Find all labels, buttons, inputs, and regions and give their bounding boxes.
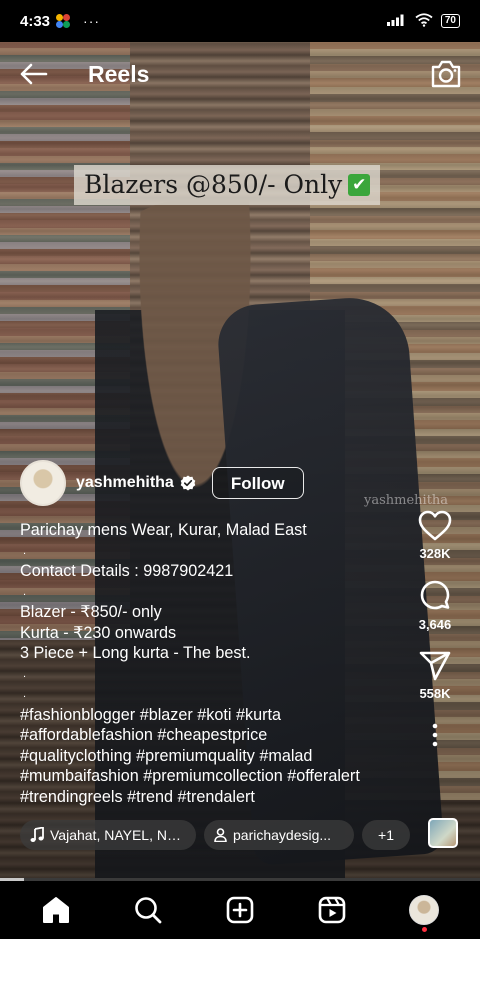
signal-icon [386, 14, 407, 29]
caption-line: . [23, 667, 27, 680]
nav-home[interactable] [32, 886, 80, 934]
share-action[interactable]: 558K [418, 650, 452, 701]
hashtag-line[interactable]: #affordablefashion #cheapestprice [20, 725, 410, 746]
share-count: 558K [419, 686, 451, 701]
author-avatar[interactable] [20, 460, 66, 506]
battery-indicator: 70 [440, 14, 460, 28]
tagged-user-label: parichaydesig... [233, 827, 332, 843]
more-tags-label: +1 [378, 827, 394, 843]
more-tags-chip[interactable]: +1 [362, 820, 410, 850]
check-mark-emoji-icon: ✔ [348, 174, 371, 196]
nav-profile[interactable] [400, 886, 448, 934]
hashtag-line[interactable]: #fashionblogger #blazer #koti #kurta [20, 705, 410, 726]
camera-icon[interactable] [430, 59, 462, 89]
follow-button[interactable]: Follow [211, 467, 304, 499]
profile-avatar [409, 895, 439, 925]
notification-dot [422, 927, 427, 932]
like-count: 328K [419, 546, 451, 561]
page-title: Reels [88, 60, 150, 87]
music-note-icon [30, 827, 44, 842]
audio-thumbnail[interactable] [428, 818, 458, 848]
bottom-navigation [0, 881, 480, 939]
audio-chip[interactable]: Vajahat, NAYEL, Neha [20, 820, 196, 850]
nav-create[interactable] [216, 886, 264, 934]
caption-line: . [23, 544, 27, 557]
create-icon [226, 896, 254, 924]
video-overlay-text: Blazers @850/- Only ✔ [74, 165, 381, 205]
hashtag-line[interactable]: #qualityclothing #premiumquality #malad [20, 746, 410, 767]
wifi-icon [415, 12, 433, 30]
caption-line: Contact Details : 9987902421 [20, 562, 234, 580]
overlay-caption: Blazers @850/- Only [84, 170, 343, 199]
status-bar: 4:33 ··· 70 [0, 0, 480, 42]
caption-line: . [23, 688, 27, 700]
hashtag-line[interactable]: #mumbaifashion #premiumcollection #offer… [20, 766, 410, 787]
hashtag-line[interactable]: #trendingreels #trend #trendalert [20, 787, 410, 808]
caption-line: Blazer - ₹850/- only [20, 603, 162, 621]
video-watermark: yashmehitha [364, 493, 449, 508]
author-username[interactable]: yashmehitha [76, 474, 174, 492]
action-column: 328K 3,646 558K [404, 510, 466, 747]
tagged-user-chip[interactable]: parichaydesig... [204, 820, 354, 850]
person-icon [214, 828, 227, 842]
comment-icon[interactable] [418, 579, 452, 613]
reels-header: Reels [0, 52, 480, 96]
audio-chip-label: Vajahat, NAYEL, Neha [50, 827, 186, 843]
author-row: yashmehitha Follow [20, 460, 304, 506]
nav-search[interactable] [124, 886, 172, 934]
heart-icon[interactable] [418, 510, 452, 542]
comment-count: 3,646 [418, 617, 452, 632]
nav-reels[interactable] [308, 886, 356, 934]
more-options-icon[interactable] [431, 723, 439, 747]
back-arrow-icon[interactable] [18, 62, 48, 86]
comment-action[interactable]: 3,646 [418, 579, 452, 632]
like-action[interactable]: 328K [418, 510, 452, 561]
reel-caption[interactable]: Parichay mens Wear, Kurar, Malad East . … [20, 520, 410, 807]
caption-line: 3 Piece + Long kurta - The best. [20, 644, 251, 662]
caption-line: . [23, 585, 27, 598]
caption-line: Kurta - ₹230 onwards [20, 623, 177, 642]
notification-more-icon: ··· [83, 13, 101, 29]
app-icon [55, 13, 71, 29]
home-icon [43, 897, 69, 923]
status-time: 4:33 [20, 12, 51, 30]
caption-line: Parichay mens Wear, Kurar, Malad East [20, 521, 307, 539]
reels-icon [318, 896, 346, 924]
verified-badge-icon [180, 475, 196, 491]
search-icon [135, 897, 162, 924]
send-icon[interactable] [418, 650, 452, 682]
reel-info-chips: Vajahat, NAYEL, Neha parichaydesig... +1 [20, 820, 410, 850]
